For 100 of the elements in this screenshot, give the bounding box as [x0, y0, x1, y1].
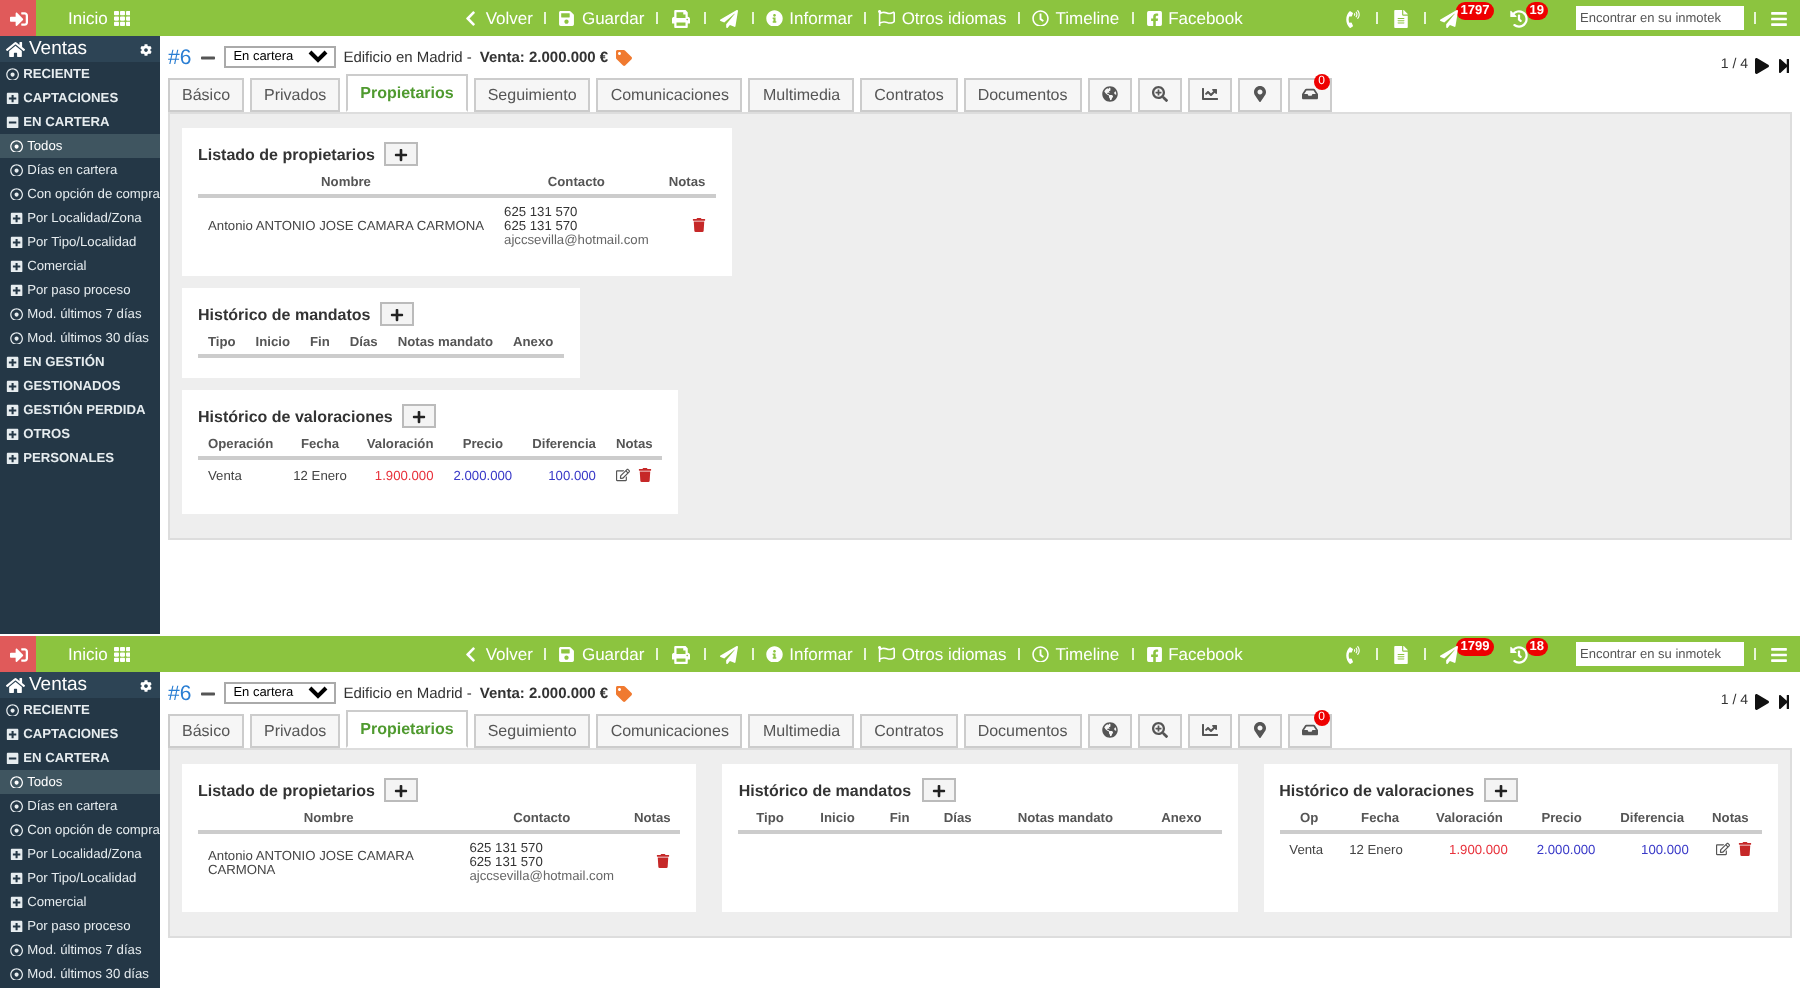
tab[interactable]: Seguimiento	[473, 714, 591, 748]
history-icon[interactable]	[1505, 9, 1532, 27]
edit-icon[interactable]	[1712, 842, 1734, 860]
paper-plane-icon[interactable]	[1436, 9, 1463, 27]
tab[interactable]: Seguimiento	[473, 78, 591, 112]
tab[interactable]: Multimedia	[748, 78, 855, 112]
icon-tab[interactable]	[1087, 714, 1132, 748]
facebook-icon	[1145, 9, 1163, 27]
info-icon	[766, 9, 784, 27]
next-icon[interactable]	[1754, 57, 1770, 73]
tab[interactable]: Propietarios	[346, 710, 468, 748]
edit-icon[interactable]	[612, 468, 635, 486]
tab[interactable]: Documentos	[963, 714, 1082, 748]
collapse-icon	[6, 751, 20, 765]
facebook-icon	[1145, 645, 1163, 663]
tab[interactable]: Multimedia	[748, 714, 855, 748]
plus-icon	[394, 783, 409, 797]
icon-tab[interactable]	[1237, 78, 1282, 112]
globe-icon	[1101, 721, 1118, 737]
last-icon[interactable]	[1776, 693, 1792, 709]
info-icon	[766, 645, 784, 663]
add-button[interactable]	[384, 778, 419, 802]
icon-tab[interactable]	[1187, 78, 1232, 112]
trash-icon[interactable]	[1734, 842, 1756, 860]
inbox-icon	[1301, 85, 1318, 101]
plus-icon	[394, 147, 409, 161]
history-icon[interactable]	[1505, 645, 1532, 663]
icon-tab[interactable]	[1187, 714, 1232, 748]
sidebar-title: Ventas	[6, 38, 88, 60]
expand-icon	[6, 427, 20, 441]
tag-icon[interactable]	[616, 685, 633, 701]
clock-icon	[1032, 9, 1050, 27]
settings-icon[interactable]	[140, 679, 152, 691]
expand-icon	[10, 871, 24, 885]
expand-icon	[10, 235, 24, 249]
expand-icon	[10, 895, 24, 909]
icon-tab[interactable]	[1137, 78, 1182, 112]
tab[interactable]: Privados	[250, 714, 341, 748]
add-button[interactable]	[384, 142, 419, 166]
grid-icon	[113, 9, 131, 27]
add-button[interactable]	[921, 778, 956, 802]
expand-icon	[6, 727, 20, 741]
card-title: Listado de propietarios	[198, 781, 375, 799]
card-title: Histórico de valoraciones	[198, 407, 393, 425]
globe-icon	[1101, 85, 1118, 101]
card-title: Histórico de valoraciones	[1279, 781, 1475, 799]
tab[interactable]: Comunicaciones	[596, 78, 743, 112]
trash-icon[interactable]	[687, 218, 710, 236]
icon-tab[interactable]	[1137, 714, 1182, 748]
icon-tab[interactable]	[1237, 714, 1282, 748]
chevron-left-icon	[462, 645, 480, 663]
logout-button[interactable]	[0, 0, 36, 36]
settings-icon[interactable]	[140, 43, 152, 55]
expand-icon	[10, 847, 24, 861]
add-button[interactable]	[402, 404, 437, 428]
expand-icon	[10, 211, 24, 225]
paper-plane-icon[interactable]	[1436, 645, 1463, 663]
add-button[interactable]	[380, 302, 415, 326]
expand-icon	[10, 259, 24, 273]
record-id: #6	[168, 45, 192, 69]
add-button[interactable]	[1484, 778, 1519, 802]
tab[interactable]: Privados	[250, 78, 341, 112]
line-chart-icon	[1201, 85, 1218, 101]
tag-icon[interactable]	[616, 49, 633, 65]
expand-icon	[6, 451, 20, 465]
zoom-icon	[1151, 85, 1168, 101]
sign-in-icon	[9, 645, 27, 663]
tab[interactable]: Propietarios	[346, 74, 468, 112]
map-pin-icon	[1251, 85, 1268, 101]
logout-button[interactable]	[0, 636, 36, 672]
save-icon	[558, 9, 576, 27]
tab[interactable]: Documentos	[963, 78, 1082, 112]
trash-icon[interactable]	[652, 854, 675, 872]
card-title: Histórico de mandatos	[738, 781, 912, 799]
plus-icon	[412, 409, 427, 423]
line-chart-icon	[1201, 721, 1218, 737]
expand-icon	[10, 919, 24, 933]
icon-tab[interactable]	[1087, 78, 1132, 112]
clock-icon	[1032, 645, 1050, 663]
save-icon	[558, 645, 576, 663]
flag-icon	[878, 645, 896, 663]
sign-in-icon	[9, 9, 27, 27]
expand-icon	[6, 355, 20, 369]
tab[interactable]: Contratos	[860, 714, 958, 748]
map-pin-icon	[1251, 721, 1268, 737]
tab[interactable]: Contratos	[860, 78, 958, 112]
last-icon[interactable]	[1776, 57, 1792, 73]
chevron-left-icon	[462, 9, 480, 27]
expand-icon	[6, 379, 20, 393]
trash-icon[interactable]	[634, 468, 657, 486]
flag-icon	[878, 9, 896, 27]
tab[interactable]: Básico	[168, 78, 245, 112]
expand-icon	[6, 91, 20, 105]
next-icon[interactable]	[1754, 693, 1770, 709]
home-icon	[6, 39, 25, 59]
home-icon	[6, 675, 25, 695]
tab[interactable]: Comunicaciones	[596, 714, 743, 748]
collapse-icon	[6, 115, 20, 129]
plus-icon	[931, 783, 946, 797]
tab[interactable]: Básico	[168, 714, 245, 748]
